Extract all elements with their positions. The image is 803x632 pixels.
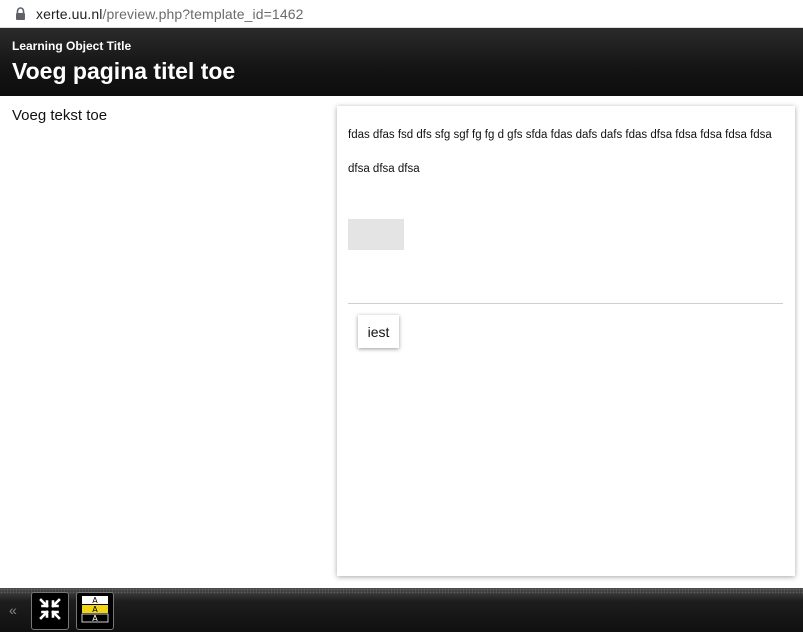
page-title: Voeg pagina titel toe <box>12 58 236 84</box>
learning-object-title: Learning Object Title <box>12 39 132 53</box>
svg-text:A: A <box>92 614 98 623</box>
left-column-text: Voeg tekst toe <box>12 107 108 124</box>
content-panel: fdas dfas fsd dfs sfg sgf fg fg d gfs sf… <box>337 106 795 576</box>
panel-text: fdas dfas fsd dfs sfg sgf fg fg d gfs sf… <box>348 129 772 175</box>
panel-divider <box>348 303 783 304</box>
url-text[interactable]: xerte.uu.nl/preview.php?template_id=1462 <box>36 6 303 22</box>
colour-changer-icon: A A A <box>80 594 110 629</box>
footer-texture <box>0 588 803 594</box>
colour-changer-button[interactable]: A A A <box>76 592 114 630</box>
browser-address-bar[interactable]: xerte.uu.nl/preview.php?template_id=1462 <box>0 0 803 28</box>
svg-text:A: A <box>92 596 98 605</box>
url-host: xerte.uu.nl <box>36 5 103 22</box>
minimize-icon <box>38 597 62 626</box>
media-placeholder <box>348 219 404 250</box>
page-header: Learning Object Title Voeg pagina titel … <box>0 28 803 96</box>
footer-toolbar: « A A A <box>0 588 803 632</box>
lock-icon <box>12 6 28 22</box>
url-path: /preview.php?template_id=1462 <box>102 5 304 22</box>
tab-button[interactable]: iest <box>358 315 399 348</box>
svg-text:A: A <box>92 605 98 614</box>
minimise-button[interactable] <box>31 592 69 630</box>
double-chevron-left-icon[interactable]: « <box>9 602 17 618</box>
